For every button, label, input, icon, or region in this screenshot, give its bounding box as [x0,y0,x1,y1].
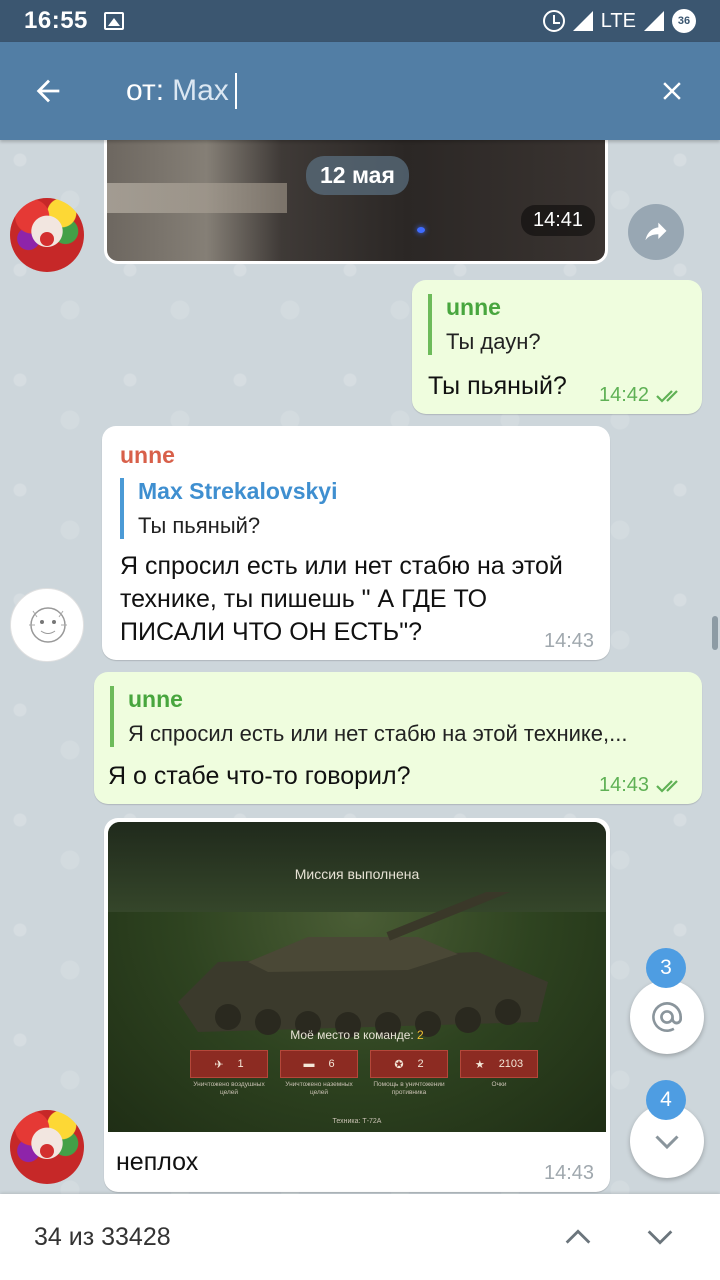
chevron-up-icon [565,1229,591,1244]
reply-author: unne [128,686,183,712]
mentions-count-badge: 3 [646,948,686,988]
doodle-avatar-icon [29,607,67,643]
message-time: 14:42 [599,384,650,406]
date-separator: 12 мая [306,156,409,195]
image-notification-icon [103,12,124,30]
unread-count-badge: 4 [646,1080,686,1120]
search-results-bar: 34 из 33428 [0,1194,720,1280]
battery-icon: 36 [672,9,696,33]
technique-label: Техника: Т-72А [332,1118,382,1125]
incoming-photo-message[interactable]: Миссия выполнена Моё место в команде: 2 … [104,818,610,1192]
outgoing-message[interactable]: unne Ты даун? Ты пьяный? 14:42 [412,280,702,414]
search-prefix: от: [126,74,165,107]
avatar[interactable] [10,1110,84,1184]
alarm-icon [542,10,565,32]
forward-button[interactable] [628,204,684,260]
message-meta: 14:43 [599,774,685,797]
reply-author: unne [446,294,501,320]
message-time: 14:43 [599,774,650,796]
message-text: Я о стабе что-то говорил? [108,762,411,790]
outgoing-message[interactable]: unne Я спросил есть или нет стабю на это… [94,672,702,804]
message-meta: 14:42 [599,384,685,407]
stat-ground-kills: ▬ 6 Уничтожено наземных целей [280,1050,358,1097]
incoming-message[interactable]: unne Max Strekalovskyi Ты пьяный? Я спро… [102,426,610,660]
message-text: Ты пьяный? [428,372,567,400]
share-arrow-icon [645,222,667,241]
assist-icon: ✪ [394,1058,404,1071]
double-check-icon [656,779,678,793]
reply-quote[interactable]: unne Ты даун? [428,294,668,355]
search-query: Max [172,74,229,107]
signal-strength-icon [644,11,664,31]
avatar[interactable] [10,198,84,272]
network-type: LTE [600,9,636,32]
avatar[interactable] [10,588,84,662]
previous-result-button[interactable] [552,1211,604,1263]
message-time: 14:41 [521,205,596,236]
photo-caption: неплох [116,1148,199,1176]
text-caret [234,73,237,109]
stat-air-kills: ✈ 1 Уничтожено воздушных целей [190,1050,268,1097]
status-time: 16:55 [24,7,88,34]
reply-text: Я спросил есть или нет стабю на этой тех… [128,721,628,746]
close-search-button[interactable] [644,63,700,119]
star-icon: ★ [474,1058,485,1071]
at-sign-icon [652,1002,683,1032]
photo-attachment[interactable]: Миссия выполнена Моё место в команде: 2 … [108,822,606,1132]
next-result-button[interactable] [634,1211,686,1263]
reply-author: Max Strekalovskyi [138,478,338,504]
status-bar: 16:55 LTE 36 [0,0,720,42]
signal-icon [572,11,593,31]
reply-quote[interactable]: Max Strekalovskyi Ты пьяный? [120,478,550,539]
mission-stats: ✈ 1 Уничтожено воздушных целей ▬ 6 Уничтож… [190,1050,538,1097]
message-time: 14:43 [544,630,595,652]
message-text: Я спросил есть или нет стабю на этой тех… [120,552,563,646]
search-input[interactable]: от: Max [126,73,237,109]
status-icons: LTE 36 [542,9,696,33]
reply-quote[interactable]: unne Я спросил есть или нет стабю на это… [110,686,680,747]
mission-title: Миссия выполнена [294,866,420,882]
message-time: 14:43 [544,1162,595,1184]
results-navigation [552,1211,686,1263]
sender-name[interactable]: unne [120,442,175,469]
chat-messages-area[interactable]: 14:41 12 мая unne Ты даун? Ты пьяный? 14… [0,140,720,1194]
plane-icon: ✈ [214,1058,224,1071]
mentions-button[interactable] [630,980,704,1054]
arrow-back-icon [36,79,60,103]
results-counter: 34 из 33428 [34,1222,171,1251]
stat-assists: ✪ 2 Помощь в уничтожении противника [370,1050,448,1097]
team-place: Моё место в команде: 2 [290,1028,424,1042]
tank-icon: ▬ [303,1058,315,1070]
back-button[interactable] [20,63,76,119]
reply-text: Ты пьяный? [138,513,261,538]
chevron-down-icon [655,1135,679,1150]
reply-text: Ты даун? [446,329,541,354]
chevron-down-icon [647,1230,673,1245]
search-header: от: Max [0,42,720,140]
double-check-icon [656,389,678,403]
stat-score: ★ 2103 Очки [460,1050,538,1097]
close-icon [663,82,681,100]
scrollbar[interactable] [712,616,718,650]
